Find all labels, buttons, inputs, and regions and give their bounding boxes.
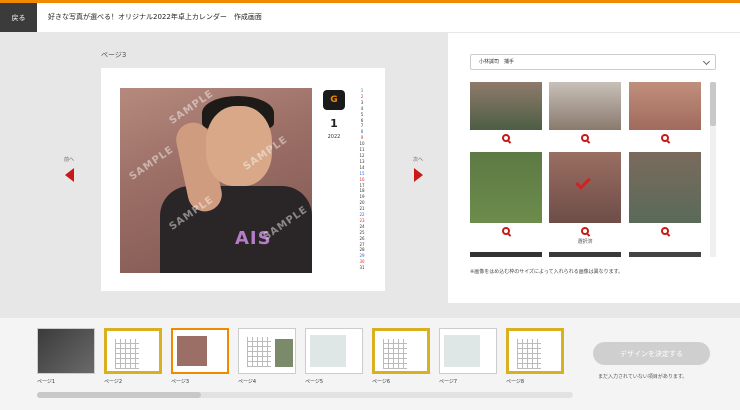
prev-page-button[interactable]: 前へ	[60, 156, 78, 186]
calendar-days: 1 2 3 4 5 6 7 8 9 10 11 12 13 14 15 16 17 18 19 20 21 22 23 24 2…	[357, 88, 367, 271]
photo-thumb[interactable]	[470, 252, 542, 257]
zoom-icon[interactable]	[661, 227, 669, 235]
page-thumbnail-strip: ページ1 ページ2 ページ3 ページ4 ページ5 ページ6 ページ7 ページ8	[37, 328, 573, 388]
zoom-icon[interactable]	[502, 227, 510, 235]
prev-label: 前へ	[63, 157, 74, 163]
photo-grid-scrollbar[interactable]	[710, 82, 716, 257]
zoom-icon[interactable]	[502, 134, 510, 142]
calendar-year: 2022	[327, 134, 341, 140]
current-page-label: ページ3	[101, 51, 127, 59]
calendar-photo[interactable]: AIS SAMPLE SAMPLE SAMPLE SAMPLE SAMPLE	[120, 88, 312, 273]
next-label: 次へ	[412, 157, 423, 163]
page-thumb-8[interactable]: ページ8	[506, 328, 564, 385]
photo-thumb[interactable]	[549, 82, 621, 153]
calendar-month: 1	[330, 117, 338, 130]
page-thumb-3[interactable]: ページ3	[171, 328, 229, 385]
page-strip-area: ページ1 ページ2 ページ3 ページ4 ページ5 ページ6 ページ7 ページ8	[0, 318, 740, 410]
page-thumb-2[interactable]: ページ2	[104, 328, 162, 385]
selected-label: 選択済	[577, 239, 593, 245]
photo-thumb[interactable]	[470, 152, 542, 235]
back-button[interactable]: 戻る	[0, 3, 37, 32]
calendar-page-canvas: AIS SAMPLE SAMPLE SAMPLE SAMPLE SAMPLE G…	[101, 68, 385, 291]
team-logo-icon: G	[323, 90, 345, 110]
photo-grid: 選択済	[468, 82, 706, 257]
page-thumb-5[interactable]: ページ5	[305, 328, 363, 385]
page-thumb-7[interactable]: ページ7	[439, 328, 497, 385]
next-page-button[interactable]: 次へ	[409, 156, 427, 186]
photo-thumb[interactable]	[629, 152, 701, 235]
image-size-notice: ※画像をはめ込む枠のサイズによって入れられる画像は異なります。	[470, 269, 624, 275]
top-bar: 戻る 好きな写真が選べる！オリジナル2022年卓上カレンダー 作成画面	[0, 0, 740, 32]
zoom-icon[interactable]	[581, 134, 589, 142]
sample-watermark: SAMPLE	[127, 144, 176, 183]
arrow-left-icon[interactable]	[64, 168, 74, 182]
page-thumb-4[interactable]: ページ4	[238, 328, 296, 385]
zoom-icon[interactable]	[661, 134, 669, 142]
page-thumb-1[interactable]: ページ1	[37, 328, 95, 385]
photo-thumb[interactable]	[470, 82, 542, 153]
photo-thumb[interactable]	[629, 252, 701, 257]
photo-selection-panel: 小林誠司 捕手 選択済 ※画像をはめ込む枠のサイズによって入れられる画像は異なり…	[448, 33, 740, 303]
decide-design-button[interactable]: デザインを決定する	[593, 342, 710, 365]
arrow-right-icon[interactable]	[413, 168, 423, 182]
zoom-icon[interactable]	[581, 227, 589, 235]
incomplete-notice: まだ入力されていない項目があります。	[598, 374, 688, 380]
photo-thumb[interactable]	[629, 82, 701, 153]
photo-thumb-selected[interactable]: 選択済	[549, 152, 621, 245]
player-face	[206, 106, 272, 186]
player-select[interactable]: 小林誠司 捕手	[470, 54, 716, 70]
chevron-down-icon	[702, 57, 711, 66]
page-title: 好きな写真が選べる！オリジナル2022年卓上カレンダー 作成画面	[48, 13, 262, 21]
calendar-day: 31	[359, 265, 365, 271]
player-select-value: 小林誠司 捕手	[479, 59, 515, 65]
page-thumb-6[interactable]: ページ6	[372, 328, 430, 385]
page-strip-scrollbar[interactable]	[37, 392, 573, 398]
photo-thumb[interactable]	[549, 252, 621, 257]
